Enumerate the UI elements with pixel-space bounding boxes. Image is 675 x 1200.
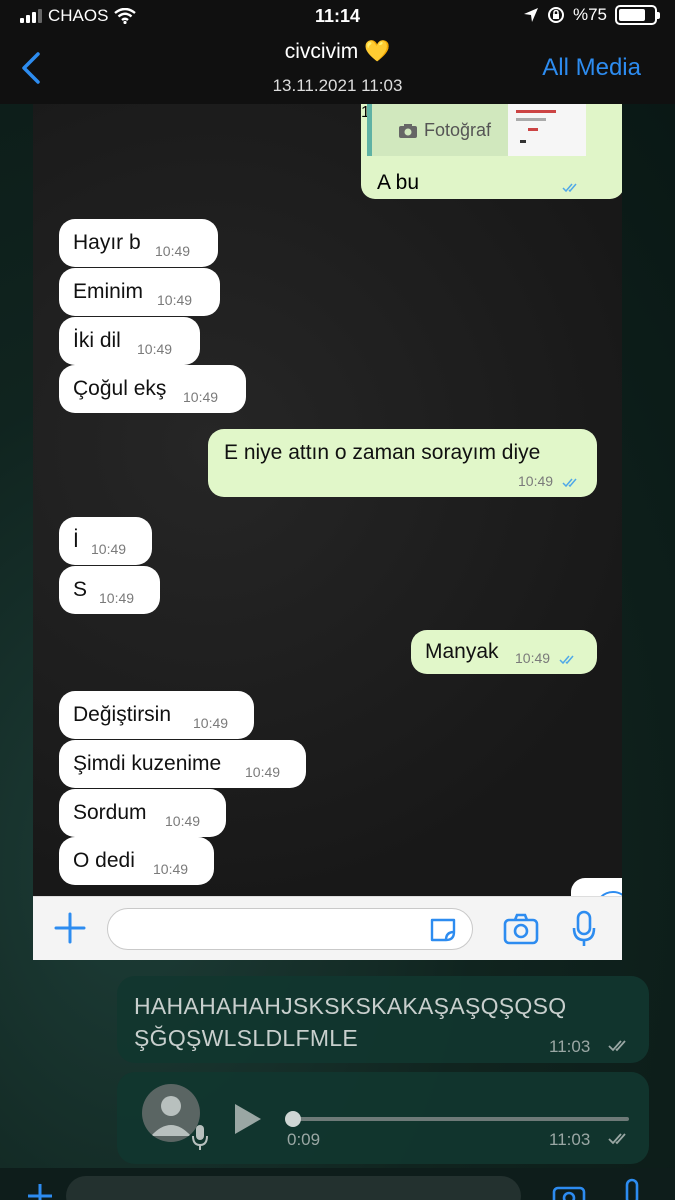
- message-bubble-in[interactable]: Sordum 10:49: [59, 789, 226, 837]
- plus-icon[interactable]: [26, 1182, 54, 1200]
- all-media-button[interactable]: All Media: [542, 54, 641, 82]
- message-text: Hayır b: [73, 231, 141, 254]
- message-bubble-out[interactable]: Manyak 10:49: [411, 630, 597, 674]
- photo-message[interactable]: Fotoğraf A bu10:49: [361, 104, 622, 199]
- outer-text-message[interactable]: HAHAHAHAHJSKSKSKAKAŞAŞQŞQSQ ŞĞQŞWLSLDLFM…: [117, 976, 649, 1063]
- message-text: E niye attın o zaman sorayım diye: [224, 441, 541, 464]
- message-text: S: [73, 578, 88, 601]
- message-time: 10:49: [518, 473, 554, 489]
- message-text: A bu: [377, 171, 420, 194]
- message-text: Manyak: [425, 640, 499, 663]
- message-text: Sordum: [73, 801, 147, 824]
- bottom-composer: [0, 1168, 675, 1200]
- double-check-icon: [562, 183, 577, 193]
- outer-text-body: HAHAHAHAHJSKSKSKAKAŞAŞQŞQSQ ŞĞQŞWLSLDLFM…: [134, 990, 566, 1054]
- message-bubble-in[interactable]: İ 10:49: [59, 517, 152, 565]
- message-text: O dedi: [73, 849, 135, 872]
- voice-track[interactable]: [293, 1117, 629, 1121]
- message-bubble-in[interactable]: Şimdi kuzenime 10:49: [59, 740, 306, 788]
- message-time: 10:49: [515, 650, 551, 666]
- embedded-screenshot[interactable]: Fotoğraf A bu10:49 Hayır b10:49Eminim10:…: [33, 104, 622, 960]
- message-time: 10:49: [91, 541, 127, 557]
- voice-scrubber[interactable]: [285, 1111, 301, 1127]
- message-time: 10:49: [157, 292, 193, 308]
- voice-time: 11:03: [549, 1130, 591, 1149]
- mic-icon: [192, 1125, 208, 1150]
- outer-text-line2: ŞĞQŞWLSLDLFMLE: [134, 1025, 359, 1051]
- message-time: 10:49: [193, 715, 229, 731]
- message-bubble-in[interactable]: Değiştirsin 10:49: [59, 691, 254, 739]
- double-check-icon: [562, 478, 577, 488]
- message-bubble-in[interactable]: İki dil 10:49: [59, 317, 200, 365]
- message-text: Eminim: [73, 280, 144, 303]
- message-bubble-in[interactable]: S 10:49: [59, 566, 160, 614]
- photo-label: Fotoğraf: [424, 120, 492, 140]
- photo-camera-icon: [399, 123, 417, 138]
- battery-icon: [615, 5, 660, 25]
- bottom-message-input[interactable]: [66, 1176, 521, 1200]
- message-bubble-in[interactable]: O dedi 10:49: [59, 837, 214, 885]
- outer-text-time: 11:03: [549, 1037, 591, 1056]
- message-time: 10:49: [99, 590, 135, 606]
- message-time: 10:49: [153, 861, 189, 877]
- message-text: Değiştirsin: [73, 703, 172, 726]
- battery-percent: %75: [572, 5, 607, 24]
- message-time: 10:49: [183, 389, 219, 405]
- double-check-icon: [608, 1133, 626, 1145]
- message-time: 10:49: [137, 341, 173, 357]
- outer-text-line1: HAHAHAHAHJSKSKSKAKAŞAŞQŞQSQ: [134, 993, 567, 1019]
- location-icon: [523, 8, 538, 22]
- message-text: İki dil: [73, 329, 121, 352]
- camera-icon[interactable]: [552, 1182, 586, 1200]
- message-bubble-in[interactable]: Eminim 10:49: [59, 268, 220, 316]
- message-bubble-in[interactable]: Hayır b 10:49: [59, 219, 218, 267]
- message-time: 10:49: [155, 243, 191, 259]
- status-bar: CHAOS 11:14 %75: [0, 0, 675, 34]
- message-text: İ: [73, 529, 79, 552]
- plus-icon[interactable]: [53, 911, 87, 945]
- photo-thumbnail: [508, 104, 586, 156]
- outer-voice-message[interactable]: 0:09 11:03: [117, 1072, 649, 1164]
- nav-bar: civcivim 💛 13.11.2021 11:03 All Media: [0, 34, 675, 104]
- message-text: Çoğul ekş: [73, 377, 167, 400]
- double-check-icon: [559, 655, 574, 665]
- message-text: Şimdi kuzenime: [73, 752, 222, 775]
- status-right: %75: [523, 5, 660, 25]
- message-bubble-in[interactable]: Çoğul ekş 10:49: [59, 365, 246, 413]
- embedded-composer: [33, 896, 622, 960]
- voice-duration: 0:09: [287, 1130, 321, 1149]
- message-input[interactable]: [107, 908, 473, 950]
- message-bubble-out[interactable]: E niye attın o zaman sorayım diye 10:49: [208, 429, 597, 497]
- photo-label-group: Fotoğraf: [398, 120, 491, 141]
- mic-icon[interactable]: [571, 910, 597, 948]
- double-check-icon: [608, 1040, 626, 1052]
- rotation-lock-icon: [547, 7, 564, 23]
- mic-icon[interactable]: [622, 1178, 642, 1200]
- message-time: 10:49: [245, 764, 281, 780]
- sticker-icon[interactable]: [428, 916, 458, 944]
- camera-icon[interactable]: [503, 913, 539, 945]
- play-icon[interactable]: [235, 1104, 261, 1134]
- message-time: 10:49: [165, 813, 201, 829]
- photo-reply-card: Fotoğraf: [367, 104, 511, 156]
